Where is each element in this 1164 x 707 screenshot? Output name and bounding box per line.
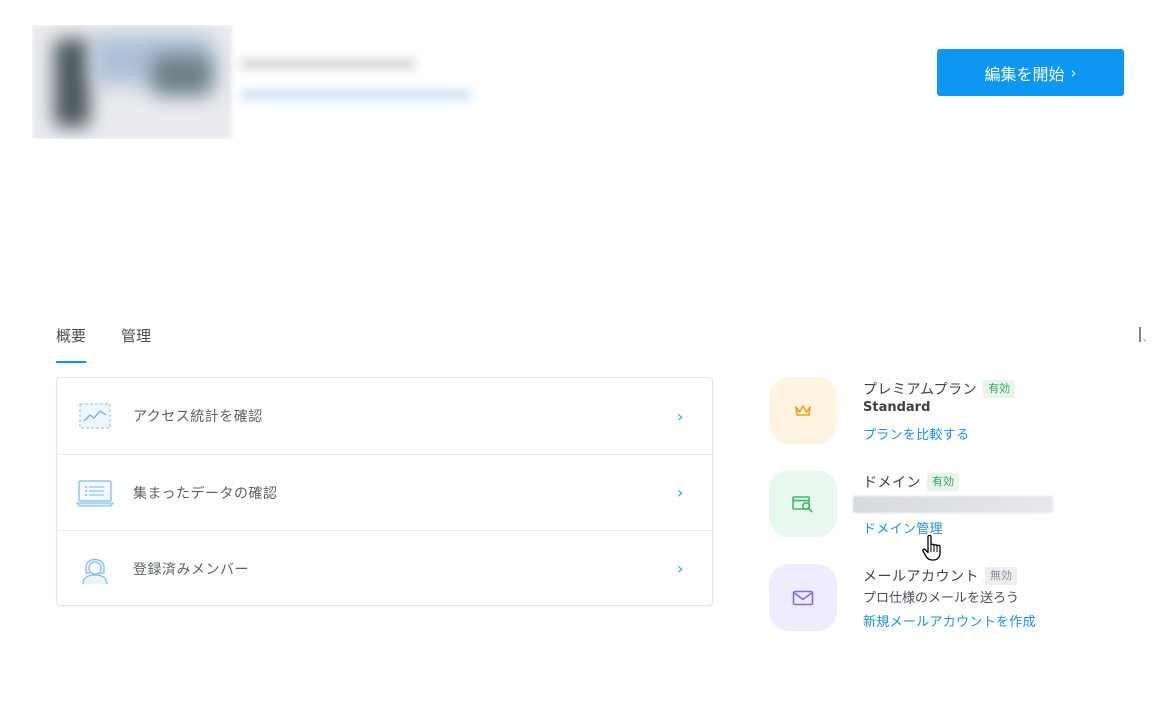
access-stats-label: アクセス統計を確認	[133, 409, 263, 425]
access-stats-row[interactable]: アクセス統計を確認 ›	[57, 378, 712, 454]
tab-manage[interactable]: 管理	[121, 326, 151, 364]
actions-card: アクセス統計を確認 › 集まったデータの確認 › 登録済みメンバー ›	[56, 377, 713, 606]
status-badge: 無効	[985, 567, 1017, 585]
domain-search-icon	[792, 495, 813, 512]
start-editing-label: 編集を開始	[984, 64, 1065, 84]
members-row[interactable]: 登録済みメンバー ›	[57, 530, 712, 606]
mail-account-title: メールアカウント	[863, 569, 979, 585]
compare-plans-link[interactable]: プランを比較する	[863, 424, 969, 443]
hand-pointer-icon	[922, 534, 941, 561]
crown-icon	[795, 404, 811, 416]
collected-data-row[interactable]: 集まったデータの確認 ›	[57, 454, 712, 530]
tab-overview[interactable]: 概要	[56, 326, 87, 364]
laptop-list-icon	[76, 474, 114, 512]
start-editing-button[interactable]: 編集を開始 ›	[937, 49, 1124, 96]
domain-title: ドメイン	[863, 475, 921, 491]
site-title-blurred	[240, 59, 416, 69]
status-badge: 有効	[927, 473, 959, 491]
collected-data-label: 集まったデータの確認	[133, 485, 278, 502]
member-icon	[76, 550, 114, 588]
chevron-right-icon: ›	[677, 559, 684, 578]
domain-name-blurred	[853, 496, 1053, 513]
mail-icon	[792, 590, 814, 605]
site-thumbnail	[32, 25, 480, 139]
create-mail-account-link[interactable]: 新規メールアカウントを作成	[863, 611, 1036, 630]
mail-account-description: プロ仕様のメールを送ろう	[863, 591, 1020, 606]
premium-plan-tile[interactable]	[769, 377, 837, 444]
mail-account-section: メールアカウント 無効 プロ仕様のメールを送ろう 新規メールアカウントを作成	[769, 564, 1069, 634]
site-url-blurred	[240, 91, 472, 99]
premium-plan-section: プレミアムプラン 有効 Standard プランを比較する	[769, 377, 1069, 447]
chart-icon	[76, 397, 114, 435]
status-badge: 有効	[983, 380, 1016, 398]
chevron-right-icon: ›	[677, 483, 684, 502]
premium-plan-title: プレミアムプラン	[863, 382, 978, 398]
plan-name: Standard	[863, 400, 931, 415]
text-cursor-icon	[1139, 327, 1146, 342]
chevron-right-icon: ›	[1070, 63, 1077, 82]
chevron-right-icon: ›	[677, 406, 684, 426]
domain-section: ドメイン 有効 ドメイン管理	[769, 470, 1069, 540]
members-label: 登録済みメンバー	[133, 561, 249, 578]
domain-tile[interactable]	[769, 470, 837, 537]
mail-account-tile[interactable]	[769, 564, 837, 631]
tab-bar: 概要 管理	[56, 326, 151, 364]
